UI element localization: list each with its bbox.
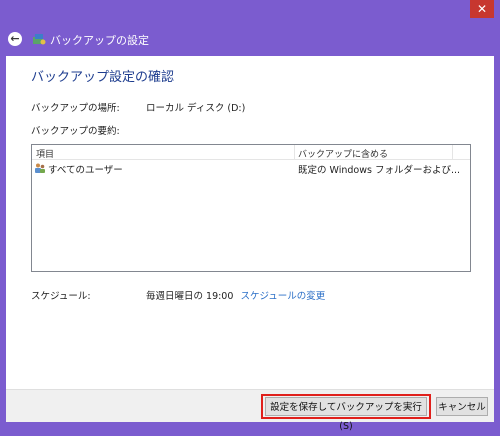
schedule-text: 毎週日曜日の 19:00	[146, 291, 234, 302]
column-header-included[interactable]: バックアップに含める	[298, 147, 388, 160]
list-header: 項目 バックアップに含める	[32, 145, 470, 160]
main-panel: バックアップ設定の確認 バックアップの場所: ローカル ディスク (D:) バッ…	[6, 56, 494, 432]
row-item-name: すべてのユーザー	[48, 165, 123, 176]
summary-list[interactable]: 項目 バックアップに含める すべてのユーザー 既定の Windows フォルダー…	[31, 144, 471, 272]
backup-app-icon	[33, 34, 46, 45]
row-included: 既定の Windows フォルダーおよび...	[298, 165, 461, 176]
schedule-value: 毎週日曜日の 19:00 スケジュールの変更	[146, 288, 325, 302]
location-value: ローカル ディスク (D:)	[146, 103, 246, 114]
users-icon	[35, 163, 45, 173]
page-title: バックアップ設定の確認	[31, 70, 175, 85]
back-button[interactable]: ←	[8, 32, 22, 46]
column-header-item[interactable]: 項目	[36, 147, 54, 160]
nav-title: バックアップの設定	[50, 34, 149, 47]
schedule-label: スケジュール:	[31, 291, 91, 302]
cancel-button[interactable]: キャンセル	[436, 397, 488, 416]
footer-bar: 設定を保存してバックアップを実行(S) キャンセル	[6, 389, 494, 432]
change-schedule-link[interactable]: スケジュールの変更	[240, 291, 325, 302]
summary-label: バックアップの要約:	[31, 126, 120, 137]
location-label: バックアップの場所:	[31, 103, 120, 114]
save-and-run-button[interactable]: 設定を保存してバックアップを実行(S)	[265, 397, 427, 432]
table-row[interactable]: すべてのユーザー 既定の Windows フォルダーおよび...	[32, 161, 470, 176]
close-button[interactable]: ✕	[470, 0, 494, 18]
navigation-bar: ← バックアップの設定	[0, 24, 500, 54]
column-divider[interactable]	[294, 145, 295, 159]
column-divider[interactable]	[452, 145, 453, 159]
